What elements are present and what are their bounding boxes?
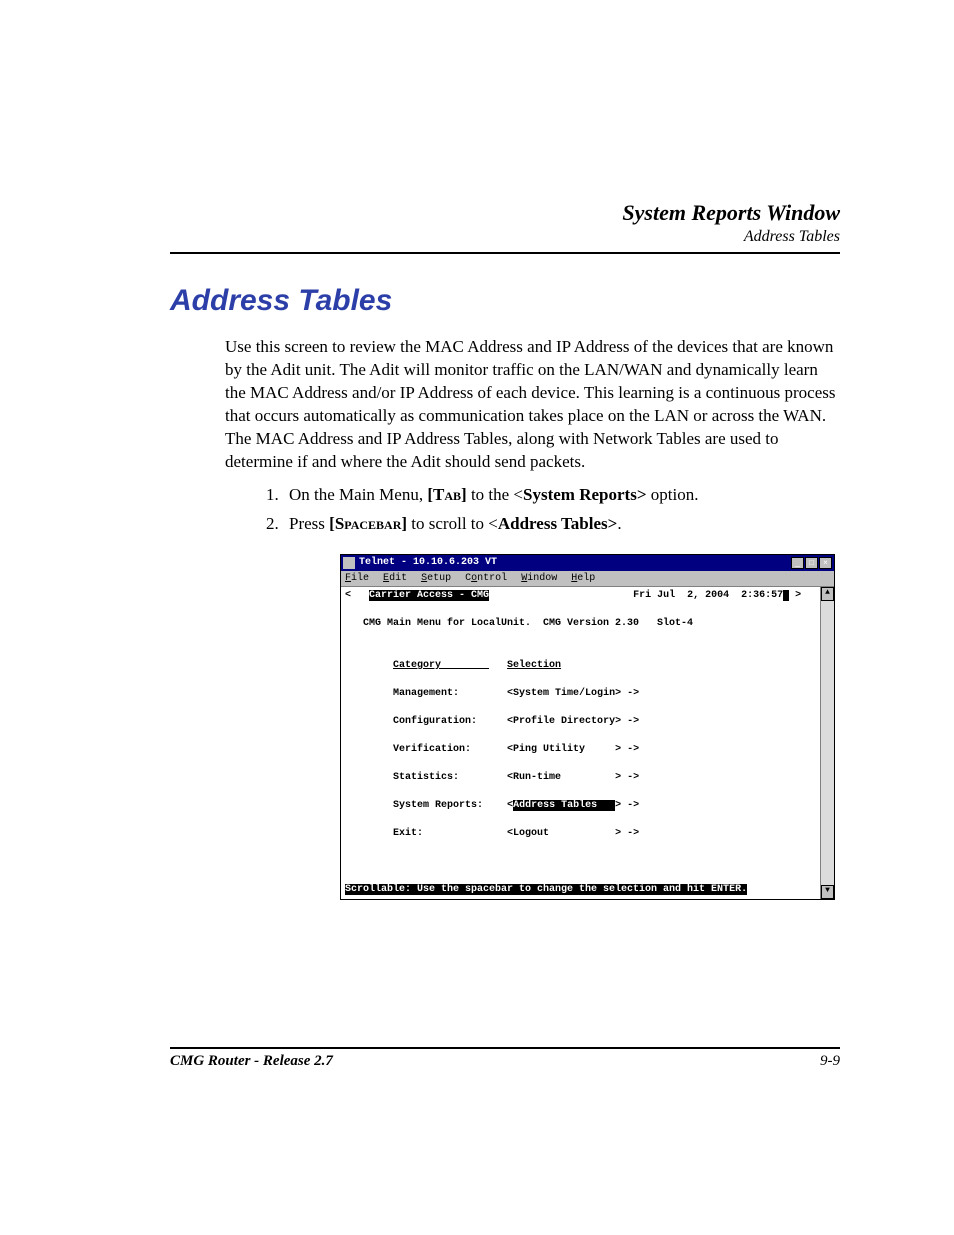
row-management-cat: Management: [393,688,459,699]
step-1-mid: to the < [467,485,523,504]
term-datetime: Fri Jul 2, 2004 2:36:57 [633,590,783,601]
section-heading: Address Tables [170,284,840,318]
row-statistics-cat: Statistics: [393,772,459,783]
row-exit-sel[interactable]: <Logout > -> [507,828,639,839]
term-top-hl: Carrier Access - CMG [369,590,489,601]
footer-right: 9-9 [820,1053,840,1070]
row-management-sel[interactable]: <System Time/Login> -> [507,688,639,699]
menu-help[interactable]: Help [571,573,595,584]
intro-paragraph: Use this screen to review the MAC Addres… [225,336,840,474]
app-icon [343,557,355,569]
term-angle-r: > [789,590,801,601]
step-1-opt: System Reports> [523,485,646,504]
scroll-up-button[interactable]: ▲ [821,587,834,601]
row-systemreports-cat: System Reports: [393,800,483,811]
minimize-button[interactable]: _ [791,557,804,569]
maximize-button[interactable]: □ [805,557,818,569]
row-configuration-sel[interactable]: <Profile Directory> -> [507,716,639,727]
scroll-track[interactable] [821,601,834,885]
window-title: Telnet - 10.10.6.203 VT [359,556,791,570]
page-header: System Reports Window Address Tables [170,200,840,246]
header-title: System Reports Window [170,200,840,226]
menubar: File Edit Setup Control Window Help [341,571,834,588]
step-2-pre: Press [289,514,329,533]
scroll-down-button[interactable]: ▼ [821,885,834,899]
menu-setup[interactable]: Setup [421,573,451,584]
page-footer: CMG Router - Release 2.7 9-9 [170,1047,840,1070]
row-systemreports-hl[interactable]: Address Tables [513,800,615,811]
scrollbar[interactable]: ▲ ▼ [820,587,834,899]
row-verification-cat: Verification: [393,744,471,755]
menu-edit[interactable]: Edit [383,573,407,584]
step-2: Press [Spacebar] to scroll to <Address T… [283,513,840,536]
footer-left: CMG Router - Release 2.7 [170,1053,333,1070]
step-2-opt: Address Tables> [498,514,617,533]
header-rule [170,252,840,254]
steps-list: On the Main Menu, [Tab] to the <System R… [255,484,840,536]
menu-control[interactable]: Control [465,573,507,584]
step-2-key: [Spacebar] [329,514,407,533]
term-status: Scrollable: Use the spacebar to change t… [345,884,747,895]
footer-rule [170,1047,840,1049]
window-titlebar[interactable]: Telnet - 10.10.6.203 VT _ □ × [341,555,834,571]
header-subtitle: Address Tables [170,228,840,246]
term-angle-l: < [345,590,351,601]
term-subhead: CMG Main Menu for LocalUnit. CMG Version… [345,618,693,629]
col-category: Category [393,660,489,671]
row-verification-sel[interactable]: <Ping Utility > -> [507,744,639,755]
step-1-post: option. [647,485,699,504]
menu-window[interactable]: Window [521,573,557,584]
row-configuration-cat: Configuration: [393,716,477,727]
step-1: On the Main Menu, [Tab] to the <System R… [283,484,840,507]
row-statistics-sel[interactable]: <Run-time > -> [507,772,639,783]
close-button[interactable]: × [819,557,832,569]
step-2-post: . [617,514,621,533]
telnet-window: Telnet - 10.10.6.203 VT _ □ × File Edit … [340,554,835,901]
menu-file[interactable]: File [345,573,369,584]
step-2-mid: to scroll to < [407,514,498,533]
terminal-content[interactable]: < Carrier Access - CMG Fri Jul 2, 2004 2… [341,587,820,899]
step-1-key: [Tab] [427,485,466,504]
row-exit-cat: Exit: [393,828,423,839]
col-selection: Selection [507,660,561,671]
row-systemreports-post[interactable]: > -> [615,800,639,811]
step-1-pre: On the Main Menu, [289,485,427,504]
